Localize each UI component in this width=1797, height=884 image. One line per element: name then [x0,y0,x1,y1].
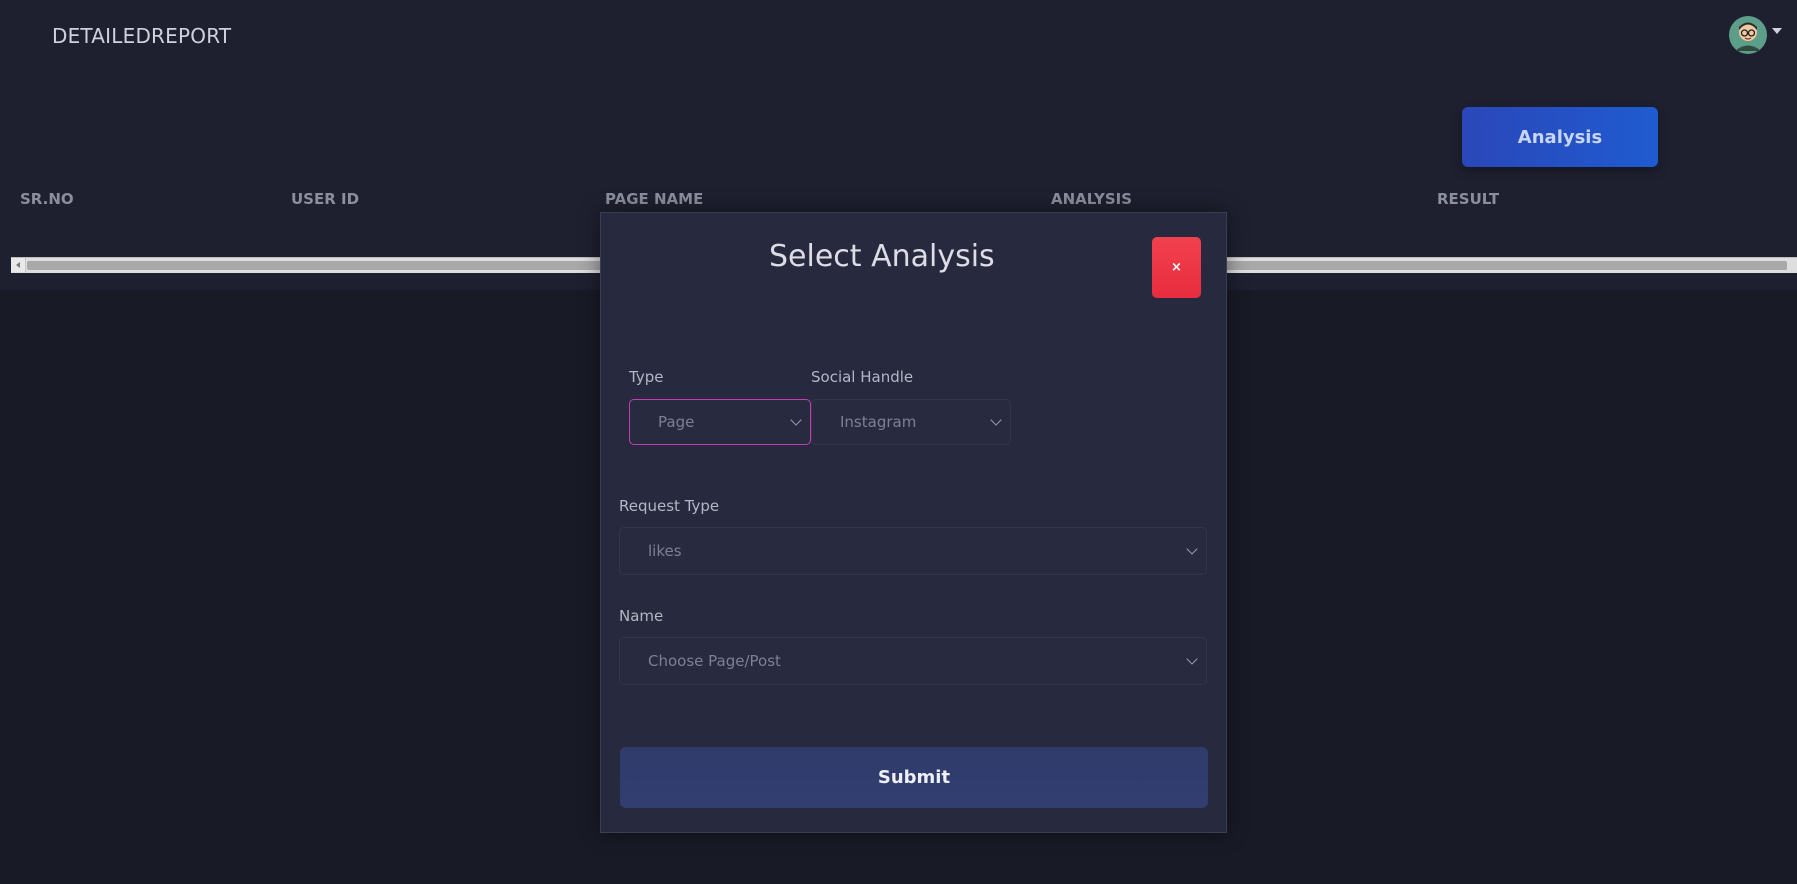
column-header-sr-no: SR.NO [20,190,74,208]
chevron-down-icon [1186,543,1198,555]
modal-title: Select Analysis [769,239,995,274]
scroll-left-arrow-icon[interactable] [11,258,26,272]
column-header-analysis: ANALYSIS [1051,190,1133,208]
select-analysis-modal: Select Analysis × Type Social Handle Pag… [600,212,1227,833]
caret-down-icon[interactable] [1772,28,1782,34]
name-select-value: Choose Page/Post [648,652,781,670]
brand-title: DETAILEDREPORT [52,24,232,48]
submit-button[interactable]: Submit [620,747,1208,808]
chevron-down-icon [790,414,802,426]
chevron-down-icon [1186,653,1198,665]
type-select[interactable]: Page [629,399,811,445]
social-handle-select-value: Instagram [840,413,917,431]
name-select[interactable]: Choose Page/Post [619,637,1207,685]
type-label: Type [629,368,664,386]
request-type-select[interactable]: likes [619,527,1207,575]
name-label: Name [619,607,664,625]
social-handle-select[interactable]: Instagram [811,399,1011,445]
user-avatar-icon[interactable] [1729,16,1767,54]
social-handle-label: Social Handle [811,368,914,386]
column-header-result: RESULT [1437,190,1500,208]
request-type-label: Request Type [619,497,720,515]
close-button[interactable]: × [1152,237,1201,298]
column-header-page-name: PAGE NAME [605,190,704,208]
chevron-down-icon [990,414,1002,426]
analysis-button[interactable]: Analysis [1462,107,1658,167]
type-select-value: Page [658,413,695,431]
close-icon: × [1171,260,1182,275]
column-header-user-id: USER ID [291,190,360,208]
request-type-select-value: likes [648,542,682,560]
